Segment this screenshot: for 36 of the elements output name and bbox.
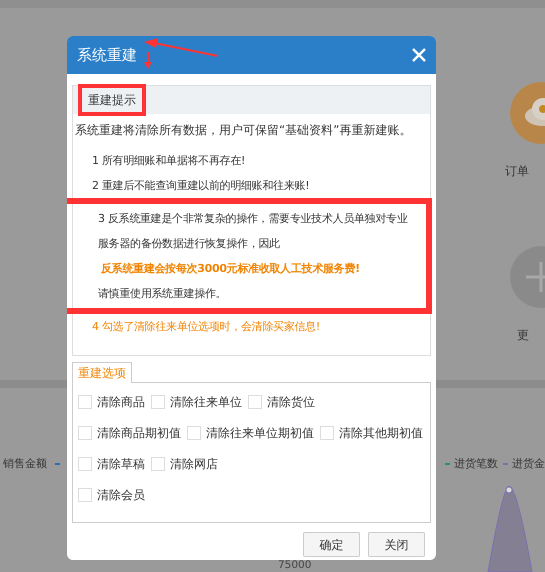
checkbox[interactable] <box>78 488 92 502</box>
checkbox-label[interactable]: 清除往来单位 <box>170 393 242 411</box>
notice-heading: 重建提示 <box>78 84 146 116</box>
legend-label: 销售金额 <box>3 456 47 472</box>
legend-label: 进货笔数 <box>454 456 498 472</box>
axis-label: 75000 <box>278 559 312 571</box>
dialog-button[interactable]: 关闭 <box>368 532 425 557</box>
legend-label: 进货金 <box>512 456 545 472</box>
notice-text: 请慎重使用系统重建操作。 <box>97 286 228 302</box>
checkbox[interactable] <box>248 395 262 409</box>
checkbox[interactable] <box>151 457 165 471</box>
notice-text: 1 所有明细账和单据将不再存在! <box>91 153 246 169</box>
dialog-button[interactable]: 确定 <box>303 532 360 557</box>
checkbox-label[interactable]: 清除往来单位期初值 <box>206 424 314 442</box>
dialog-title: 系统重建 <box>77 44 137 66</box>
notice-text: 3 反系统重建是个非常复杂的操作，需要专业技术人员单独对专业服务器的备份数据进行恢复操作，因此 <box>97 211 408 252</box>
checkbox-label[interactable]: 清除货位 <box>267 393 315 411</box>
checkbox-label[interactable]: 清除会员 <box>97 486 145 504</box>
checkbox[interactable] <box>78 395 92 409</box>
notice-text: 4 勾选了清除往来单位选项时，会清除买家信息! <box>91 319 322 335</box>
checkbox[interactable] <box>78 426 92 440</box>
notice-text: 2 重建后不能查询重建以前的明细账和往来账! <box>91 178 310 194</box>
checkbox-label[interactable]: 清除网店 <box>170 455 218 473</box>
checkbox-label[interactable]: 清除其他期初值 <box>339 424 423 442</box>
close-button[interactable] <box>412 48 426 62</box>
shortcut-label[interactable]: 更 <box>517 326 529 344</box>
checkbox[interactable] <box>78 457 92 471</box>
checkbox[interactable] <box>151 395 165 409</box>
checkbox-label[interactable]: 清除商品 <box>97 393 145 411</box>
shortcut-label[interactable]: 订单 <box>505 162 529 180</box>
intro-text: 系统重建将清除所有数据，用户可保留“基础资料”再重新建账。 <box>74 122 412 139</box>
checkbox-label[interactable]: 清除商品期初值 <box>97 424 181 442</box>
checkbox[interactable] <box>187 426 201 440</box>
notice-text: 反系统重建会按每次3000元标准收取人工技术服务费! <box>100 261 361 277</box>
checkbox-label[interactable]: 清除草稿 <box>97 455 145 473</box>
checkbox[interactable] <box>320 426 334 440</box>
